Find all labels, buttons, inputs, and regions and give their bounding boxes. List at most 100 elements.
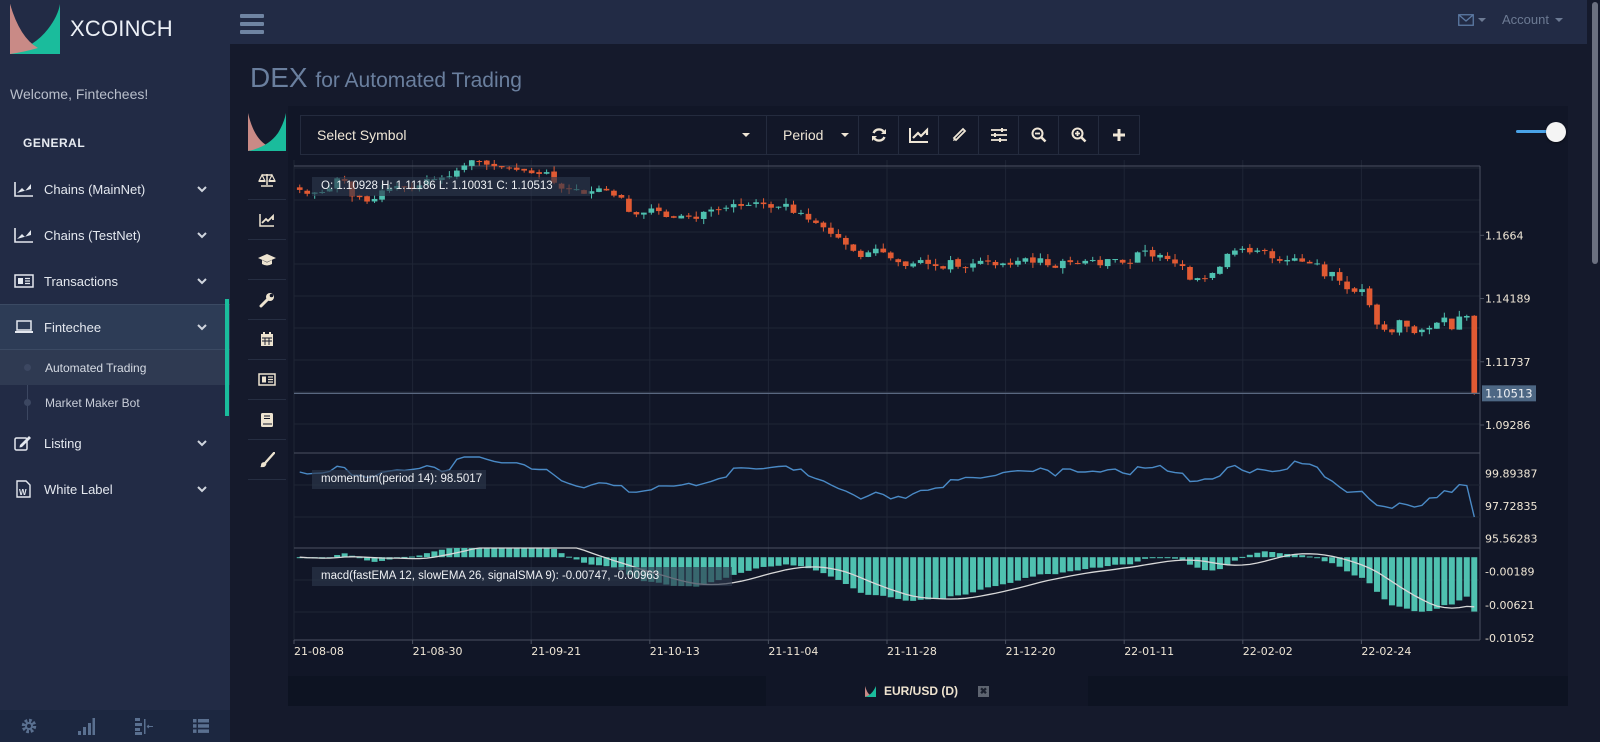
sidebar-subitem-market-maker-bot[interactable]: Market Maker Bot [0, 385, 230, 420]
sidebar-item-label: White Label [44, 481, 113, 497]
sidebar-item-transactions[interactable]: Transactions [0, 258, 230, 304]
x-tick-label: 21-11-04 [768, 645, 818, 658]
add-button[interactable] [1099, 116, 1139, 154]
sidebar-subitem-automated-trading[interactable]: Automated Trading [0, 350, 230, 385]
candle-body [596, 188, 602, 192]
menu-toggle-button[interactable] [240, 14, 264, 34]
sidebar-item-chains-mainnet[interactable]: Chains (MainNet) [0, 166, 230, 212]
account-dropdown[interactable]: Account [1502, 12, 1563, 27]
candle-body [1261, 249, 1268, 252]
candle-body [1157, 254, 1163, 258]
side-tool-news[interactable] [248, 360, 286, 400]
side-tool-paint[interactable] [248, 440, 286, 480]
side-tool-education[interactable] [248, 240, 286, 280]
macd-histogram-bar [1456, 557, 1463, 601]
macd-histogram-bar [1119, 557, 1126, 565]
candle-body [633, 212, 640, 215]
chevron-down-icon [197, 232, 207, 239]
candle-body [416, 185, 423, 190]
candle-body [1209, 272, 1216, 278]
candle-body [962, 267, 969, 269]
macd-histogram-bar [745, 557, 752, 571]
macd-histogram-bar [1209, 557, 1216, 571]
chart-tab-eurusd[interactable]: EUR/USD (D) ✖ [766, 676, 1088, 706]
candle-body [1119, 259, 1126, 263]
momentum-tick-label: 97.72835 [1485, 500, 1538, 513]
candle-body [1299, 258, 1306, 262]
candle-body [940, 266, 946, 269]
candle-body [334, 178, 340, 189]
draw-button[interactable] [939, 116, 979, 154]
stats-button[interactable] [71, 715, 101, 737]
candle-body [1389, 329, 1395, 333]
side-tool-balance[interactable] [248, 160, 286, 200]
candle-body [498, 166, 505, 168]
candle-body [648, 208, 655, 213]
side-tool-book[interactable] [248, 400, 286, 440]
chart-toggle-slider[interactable] [1516, 120, 1568, 144]
macd-histogram-bar [1224, 557, 1231, 565]
macd-tick-label: -0.00621 [1485, 599, 1534, 612]
candle-body [880, 248, 887, 253]
side-tool-calendar[interactable] [248, 320, 286, 360]
chevron-down-icon [197, 278, 207, 285]
settings-button[interactable] [14, 715, 44, 737]
refresh-button[interactable] [859, 116, 899, 154]
close-tab-button[interactable]: ✖ [978, 685, 989, 697]
macd-histogram-bar [797, 557, 804, 567]
hamburger-icon [240, 14, 264, 18]
sidebar-item-fintechee[interactable]: Fintechee [0, 304, 230, 350]
sidebar-item-white-label[interactable]: W White Label [0, 466, 230, 512]
macd-histogram-bar [1201, 557, 1208, 571]
slider-knob[interactable] [1546, 122, 1566, 142]
candle-body [1104, 259, 1111, 267]
list-button[interactable] [186, 715, 216, 737]
candle-body [1359, 289, 1365, 293]
macd-histogram-bar [768, 557, 775, 567]
zoom-out-button[interactable] [1019, 116, 1059, 154]
brand-name: XCOINCH [70, 16, 173, 41]
macd-tick-label: -0.01052 [1485, 632, 1534, 645]
messages-dropdown[interactable] [1458, 13, 1487, 26]
brand[interactable]: XCOINCH [0, 0, 230, 58]
macd-histogram-bar [1433, 557, 1440, 609]
sidebar-item-chains-testnet[interactable]: Chains (TestNet) [0, 212, 230, 258]
sidebar-item-listing[interactable]: Listing [0, 420, 230, 466]
candle-body [1037, 258, 1044, 263]
candle-body [626, 198, 632, 212]
momentum-tick-label: 95.56283 [1485, 533, 1538, 546]
layout-button[interactable] [129, 715, 159, 737]
macd-histogram-bar [932, 557, 939, 599]
candle-body [1007, 262, 1014, 265]
side-tool-settings[interactable] [248, 280, 286, 320]
caret-down-icon [742, 133, 750, 137]
indicators-button[interactable] [979, 116, 1019, 154]
macd-histogram-bar [648, 557, 655, 582]
trading-chart[interactable]: 1.10513 1.1664 1.14189 1.11737 1.09286 99.893… [288, 160, 1568, 670]
candle-body [394, 186, 400, 189]
navbar-right: Account [1458, 12, 1563, 27]
refresh-icon [871, 128, 886, 142]
macd-histogram-bar [1082, 557, 1089, 570]
sidebar-item-label: Chains (MainNet) [44, 181, 146, 197]
zoom-in-button[interactable] [1059, 116, 1099, 154]
newspaper-icon [14, 272, 36, 290]
macd-histogram-bar [513, 548, 520, 558]
macd-histogram-bar [491, 548, 498, 558]
symbol-select[interactable]: Select Symbol [301, 116, 767, 154]
side-tool-chart[interactable] [248, 200, 286, 240]
candle-body [1434, 322, 1440, 329]
candle-body [1291, 258, 1298, 261]
period-select[interactable]: Period [767, 116, 859, 154]
chart-type-button[interactable] [899, 116, 939, 154]
price-tick-label: 1.14189 [1485, 293, 1531, 306]
candle-body [895, 259, 902, 263]
price-tick-label: 1.11737 [1485, 356, 1531, 369]
page-scrollbar-thumb[interactable] [1592, 2, 1598, 264]
candle-body [1254, 250, 1261, 252]
candle-body [326, 188, 333, 192]
period-select-value: Period [783, 127, 824, 143]
macd-histogram-bar [1014, 557, 1021, 581]
signal-icon [78, 718, 96, 735]
zoom-out-icon [1031, 127, 1046, 143]
